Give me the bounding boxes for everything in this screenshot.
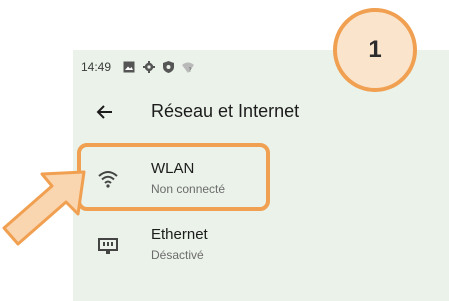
arrow-left-icon[interactable] <box>95 102 115 122</box>
status-time: 14:49 <box>81 60 112 74</box>
ethernet-title: Ethernet <box>151 226 208 243</box>
ethernet-status: Désactivé <box>151 248 204 262</box>
gallery-icon <box>123 61 135 73</box>
step-number-badge: 1 <box>333 8 417 92</box>
svg-text:?: ? <box>189 67 192 73</box>
pointer-arrow-icon <box>2 170 86 246</box>
wlan-highlight-box <box>77 143 270 211</box>
gear-icon <box>143 61 156 73</box>
shield-icon <box>163 61 175 73</box>
ethernet-icon <box>97 234 119 256</box>
wifi-no-internet-icon: ? <box>182 62 195 73</box>
ethernet-setting-item[interactable]: Ethernet Désactivé <box>73 216 449 290</box>
app-bar: Réseau et Internet <box>73 84 449 142</box>
page-title: Réseau et Internet <box>151 101 300 121</box>
